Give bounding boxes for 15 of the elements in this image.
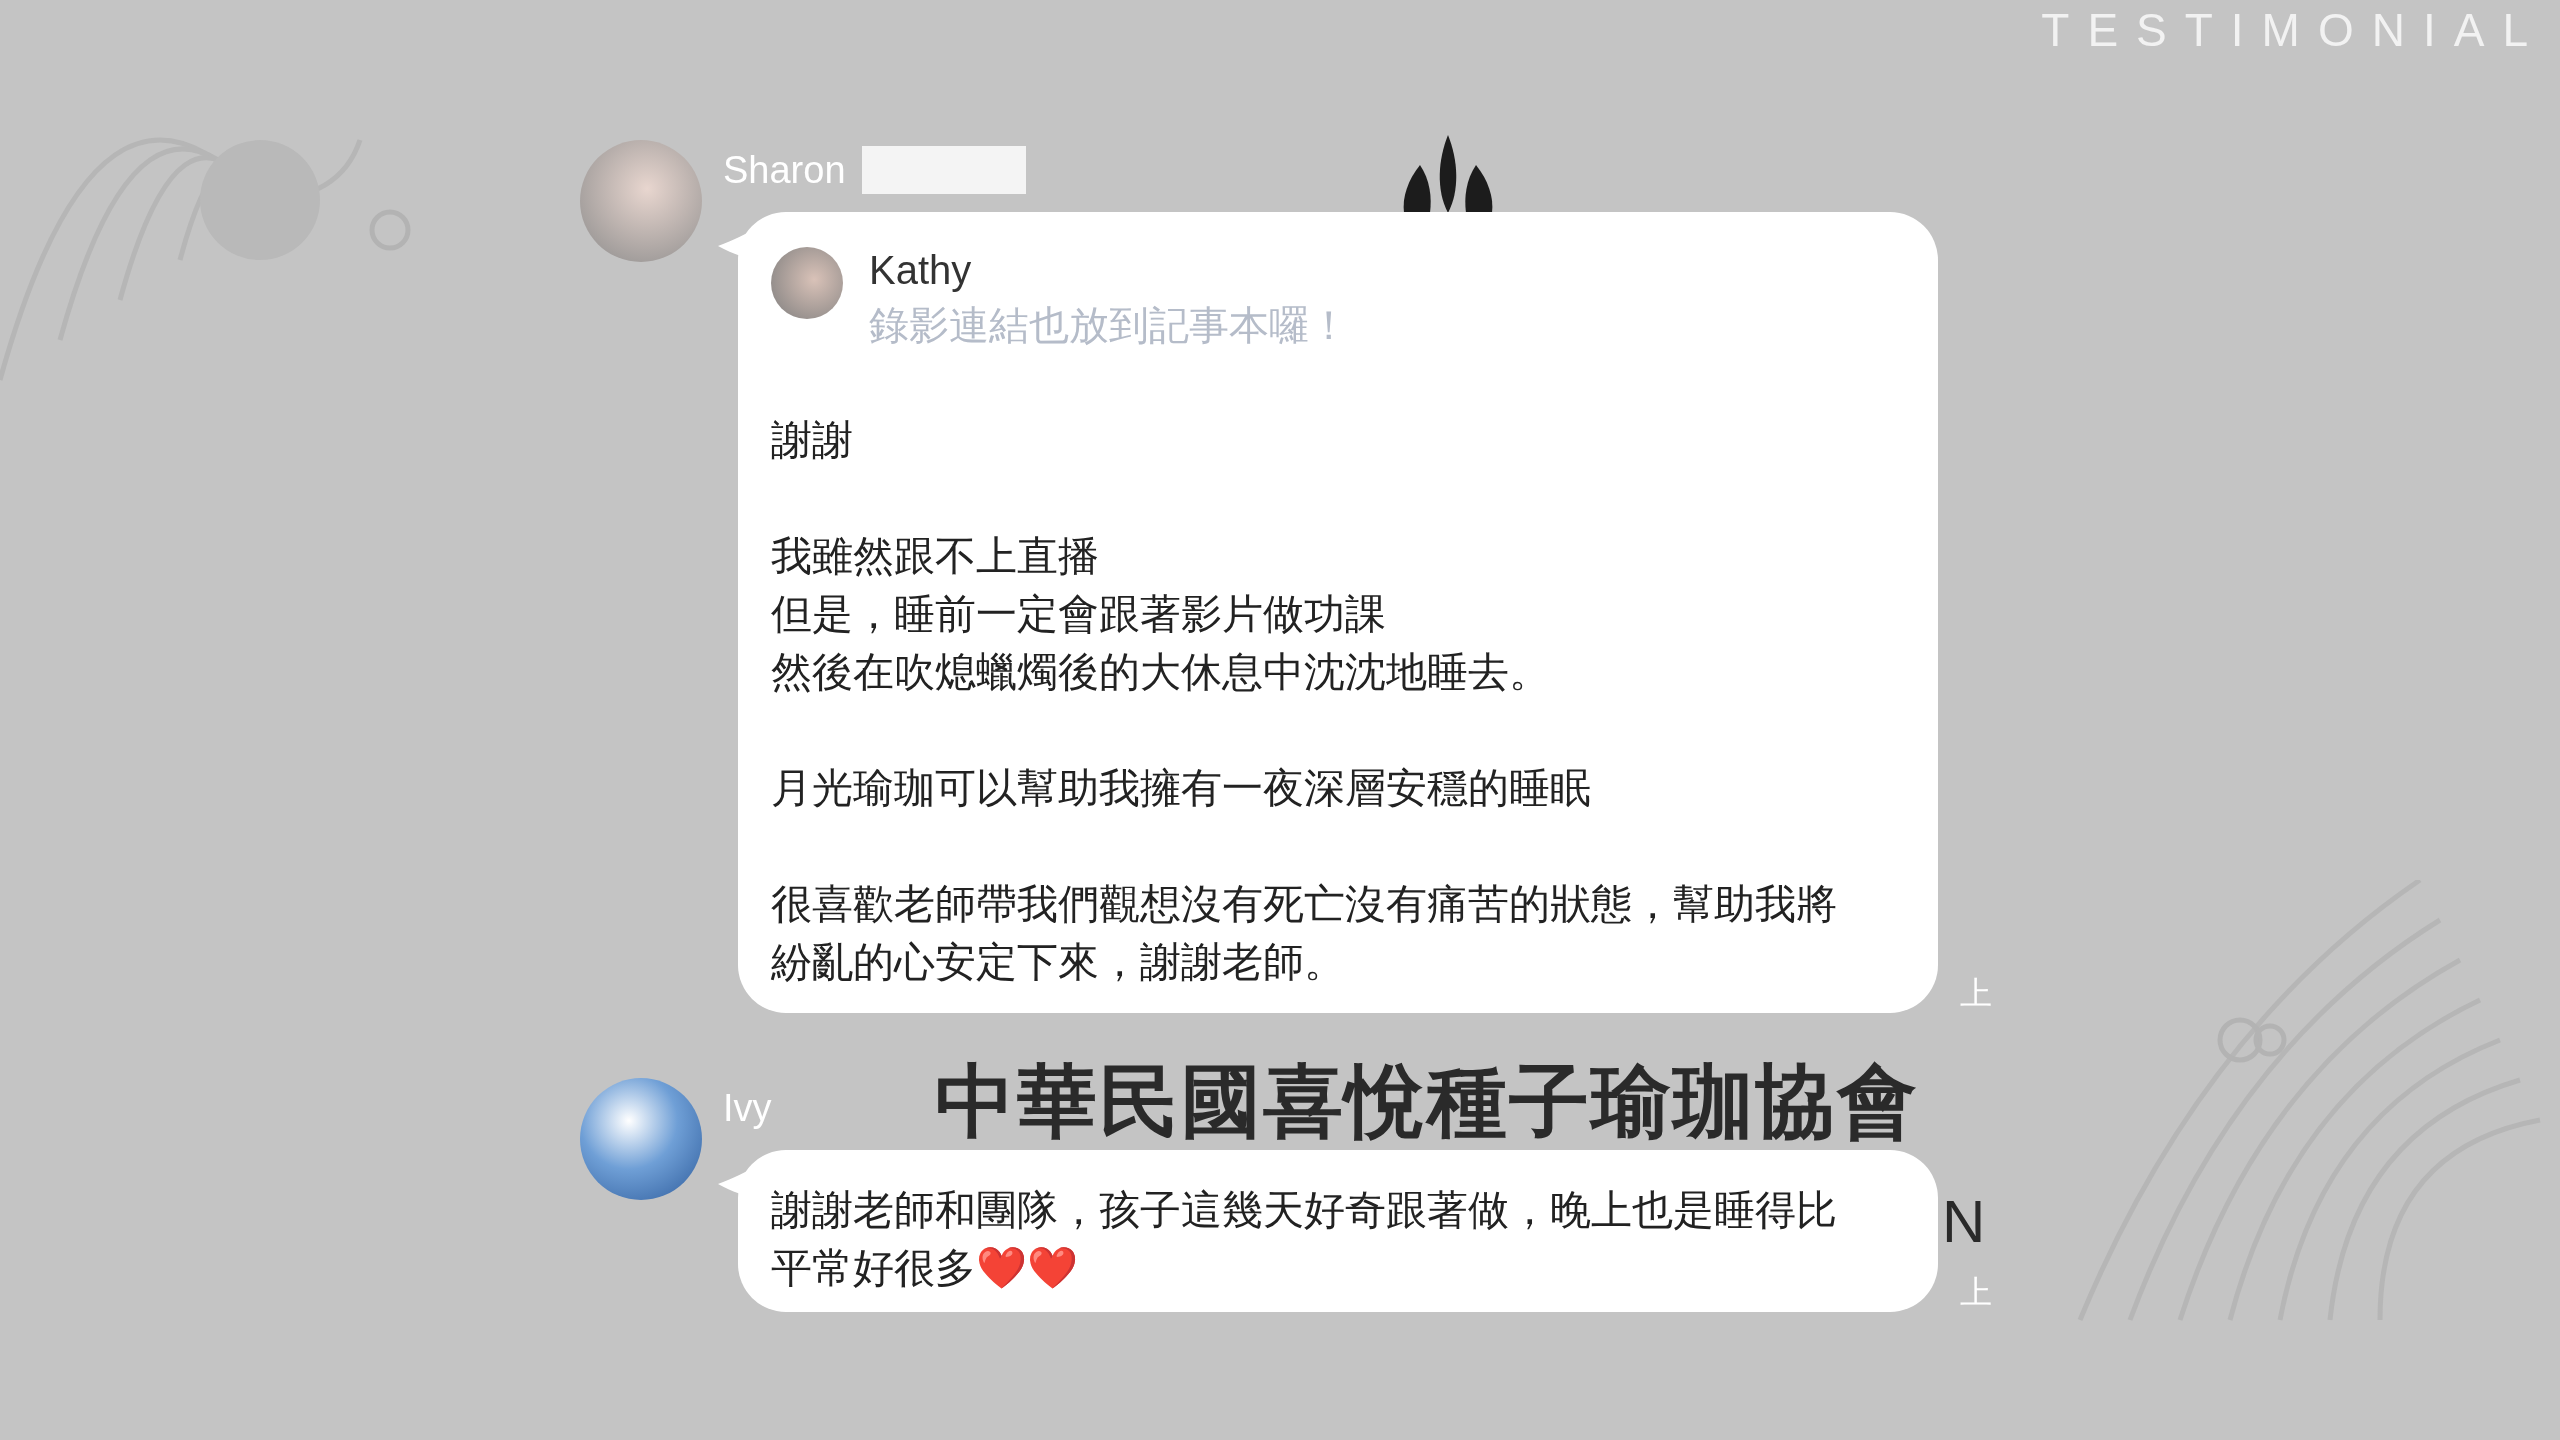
sender-name: Sharon: [723, 148, 846, 193]
organization-name: 中華民國喜悅種子瑜珈協會: [935, 1058, 1919, 1146]
reply-sender-name: Kathy: [869, 247, 973, 294]
message-text: 月光瑜珈可以幫助我擁有一夜深層安穩的睡眠: [771, 764, 1592, 813]
sender-name: Ivy: [723, 1086, 772, 1131]
message-text: 我雖然跟不上直播: [771, 532, 1100, 581]
background-text: N: [1942, 1192, 1986, 1252]
message-text: 然後在吹熄蠟燭後的大休息中沈沈地睡去。: [771, 648, 1551, 697]
message-time: 上: [1960, 975, 1992, 1011]
message-text: 很喜歡老師帶我們觀想沒有死亡沒有痛苦的狀態，幫助我將紛亂的心安定下來，謝謝老師。: [771, 880, 1838, 987]
message-text: 但是，睡前一定會跟著影片做功課: [771, 590, 1387, 639]
quoted-message: 錄影連結也放到記事本囉！: [869, 302, 1349, 349]
message-time: 上: [1960, 1274, 1992, 1310]
message-text: 謝謝老師和團隊，孩子這幾天好奇跟著做，晚上也是睡得比平常好很多❤❤: [771, 1186, 1838, 1293]
message-text: 謝謝: [771, 416, 854, 465]
